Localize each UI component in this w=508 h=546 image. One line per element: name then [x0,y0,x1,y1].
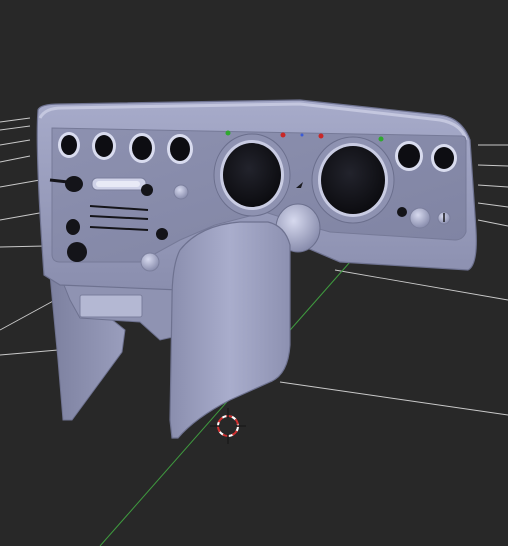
red-indicator-1 [280,132,286,138]
3d-viewport[interactable] [0,0,508,546]
blue-indicator [300,133,304,137]
3d-cursor-icon[interactable] [210,408,246,444]
tachometer-gauge [311,136,395,224]
console-slot [79,294,143,318]
red-indicator-2 [318,133,324,139]
center-console [169,221,291,439]
green-indicator-left [225,130,231,136]
viewport-canvas [0,99,508,546]
speedometer-gauge [213,133,291,217]
green-indicator-right [378,136,384,142]
